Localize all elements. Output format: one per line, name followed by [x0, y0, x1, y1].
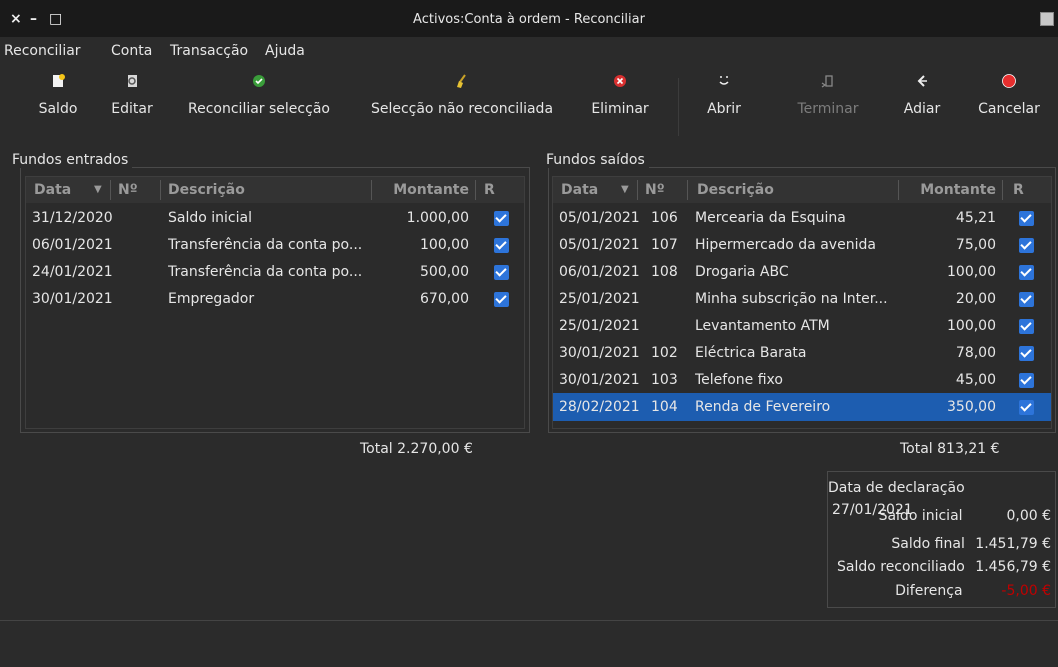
table-row[interactable]: 30/01/2021 103 Telefone fixo 45,00 [553, 366, 1051, 394]
col-header-r[interactable]: R [1013, 177, 1024, 203]
table-row[interactable]: 06/01/2021 Transferência da conta po... … [26, 231, 524, 259]
menu-bar: Reconciliar Conta Transacção Ajuda [0, 37, 1058, 65]
col-header-description[interactable]: Descrição [168, 177, 245, 203]
col-header-num[interactable]: Nº [118, 177, 138, 203]
editar-button[interactable]: Editar [104, 73, 160, 133]
broom-icon [367, 73, 557, 91]
reconciled-checkbox[interactable] [494, 238, 509, 253]
seleccao-nao-reconciliada-button[interactable]: Selecção não reconciliada [367, 73, 557, 133]
terminar-button[interactable]: Terminar [792, 73, 864, 133]
col-header-description[interactable]: Descrição [697, 177, 774, 203]
col-header-date[interactable]: Data [561, 177, 598, 203]
delete-icon [588, 73, 652, 91]
summary-difference: Diferença -5,00 € [895, 583, 1051, 599]
funds-in-table: Data ▼ Nº Descrição Montante R 31/12/202… [25, 176, 525, 429]
table-row[interactable]: 25/01/2021 Minha subscrição na Inter... … [553, 285, 1051, 313]
reconciled-checkbox[interactable] [1019, 400, 1034, 415]
table-row[interactable]: 31/12/2020 Saldo inicial 1.000,00 [26, 204, 524, 232]
reconciled-checkbox[interactable] [1019, 238, 1034, 253]
title-bar: × – □ Activos:Conta à ordem - Reconcilia… [0, 0, 1058, 37]
eliminar-button[interactable]: Eliminar [588, 73, 652, 133]
table-row[interactable]: 25/01/2021 Levantamento ATM 100,00 [553, 312, 1051, 340]
window-title: Activos:Conta à ordem - Reconciliar [413, 12, 645, 27]
col-header-r[interactable]: R [484, 177, 495, 203]
menu-transaccao[interactable]: Transacção [170, 43, 248, 59]
cancelar-button[interactable]: Cancelar [974, 73, 1044, 133]
edit-icon [104, 73, 160, 91]
table-row[interactable]: 05/01/2021 107 Hipermercado da avenida 7… [553, 231, 1051, 259]
toolbar-separator [678, 78, 679, 136]
col-header-amount[interactable]: Montante [898, 177, 996, 203]
table-row[interactable]: 30/01/2021 Empregador 670,00 [26, 285, 524, 313]
col-header-num[interactable]: Nº [645, 177, 665, 203]
reconciled-checkbox[interactable] [1019, 319, 1034, 334]
funds-out-total: Total 813,21 € [900, 441, 1000, 457]
funds-in-total: Total 2.270,00 € [360, 441, 473, 457]
summary-reconciled-balance: Saldo reconciliado 1.456,79 € [836, 559, 1051, 575]
summary-end-balance: Saldo final 1.451,79 € [891, 536, 1051, 552]
reconciliar-seleccao-button[interactable]: Reconciliar selecção [182, 73, 336, 133]
reconciled-checkbox[interactable] [494, 211, 509, 226]
app-icon [1040, 12, 1054, 26]
reconciled-checkbox[interactable] [494, 265, 509, 280]
status-bar-separator [0, 620, 1058, 621]
reconciled-checkbox[interactable] [1019, 265, 1034, 280]
finish-icon [792, 73, 864, 91]
reconciled-checkbox[interactable] [1019, 346, 1034, 361]
reconciled-checkbox[interactable] [1019, 292, 1034, 307]
sort-desc-icon: ▼ [94, 184, 102, 195]
saldo-button[interactable]: Saldo [30, 73, 86, 133]
funds-in-header: Data ▼ Nº Descrição Montante R [26, 177, 524, 203]
table-row[interactable]: 06/01/2021 108 Drogaria ABC 100,00 [553, 258, 1051, 286]
toolbar: Saldo Editar Reconciliar selecção Selecç… [0, 65, 1058, 145]
table-row[interactable]: 24/01/2021 Transferência da conta po... … [26, 258, 524, 286]
funds-out-label: Fundos saídos [546, 152, 649, 168]
summary-start-balance: Saldo inicial 0,00 € [878, 508, 1051, 524]
table-row[interactable]: 05/01/2021 106 Mercearia da Esquina 45,2… [553, 204, 1051, 232]
abrir-button[interactable]: Abrir [702, 73, 746, 133]
back-arrow-icon [898, 73, 946, 91]
table-row-selected[interactable]: 28/02/2021 104 Renda de Fevereiro 350,00 [553, 393, 1051, 421]
menu-reconciliar[interactable]: Reconciliar [4, 43, 81, 59]
cancel-icon [974, 73, 1044, 91]
balance-icon [30, 73, 86, 91]
col-header-date[interactable]: Data [34, 177, 71, 203]
funds-out-table: Data ▼ Nº Descrição Montante R 05/01/202… [552, 176, 1052, 429]
reconciled-checkbox[interactable] [494, 292, 509, 307]
menu-ajuda[interactable]: Ajuda [265, 43, 305, 59]
reconcile-summary: Data de declaração 27/01/2021 Saldo inic… [827, 471, 1056, 608]
menu-conta[interactable]: Conta [111, 43, 152, 59]
table-row[interactable]: 30/01/2021 102 Eléctrica Barata 78,00 [553, 339, 1051, 367]
funds-in-label: Fundos entrados [12, 152, 133, 168]
funds-out-header: Data ▼ Nº Descrição Montante R [553, 177, 1051, 203]
reconciled-checkbox[interactable] [1019, 211, 1034, 226]
col-header-amount[interactable]: Montante [371, 177, 469, 203]
sort-desc-icon: ▼ [621, 184, 629, 195]
adiar-button[interactable]: Adiar [898, 73, 946, 133]
reconciled-checkbox[interactable] [1019, 373, 1034, 388]
open-icon [702, 73, 746, 91]
check-circle-icon [182, 73, 336, 91]
summary-statement-date: Data de declaração 27/01/2021 [828, 480, 965, 518]
